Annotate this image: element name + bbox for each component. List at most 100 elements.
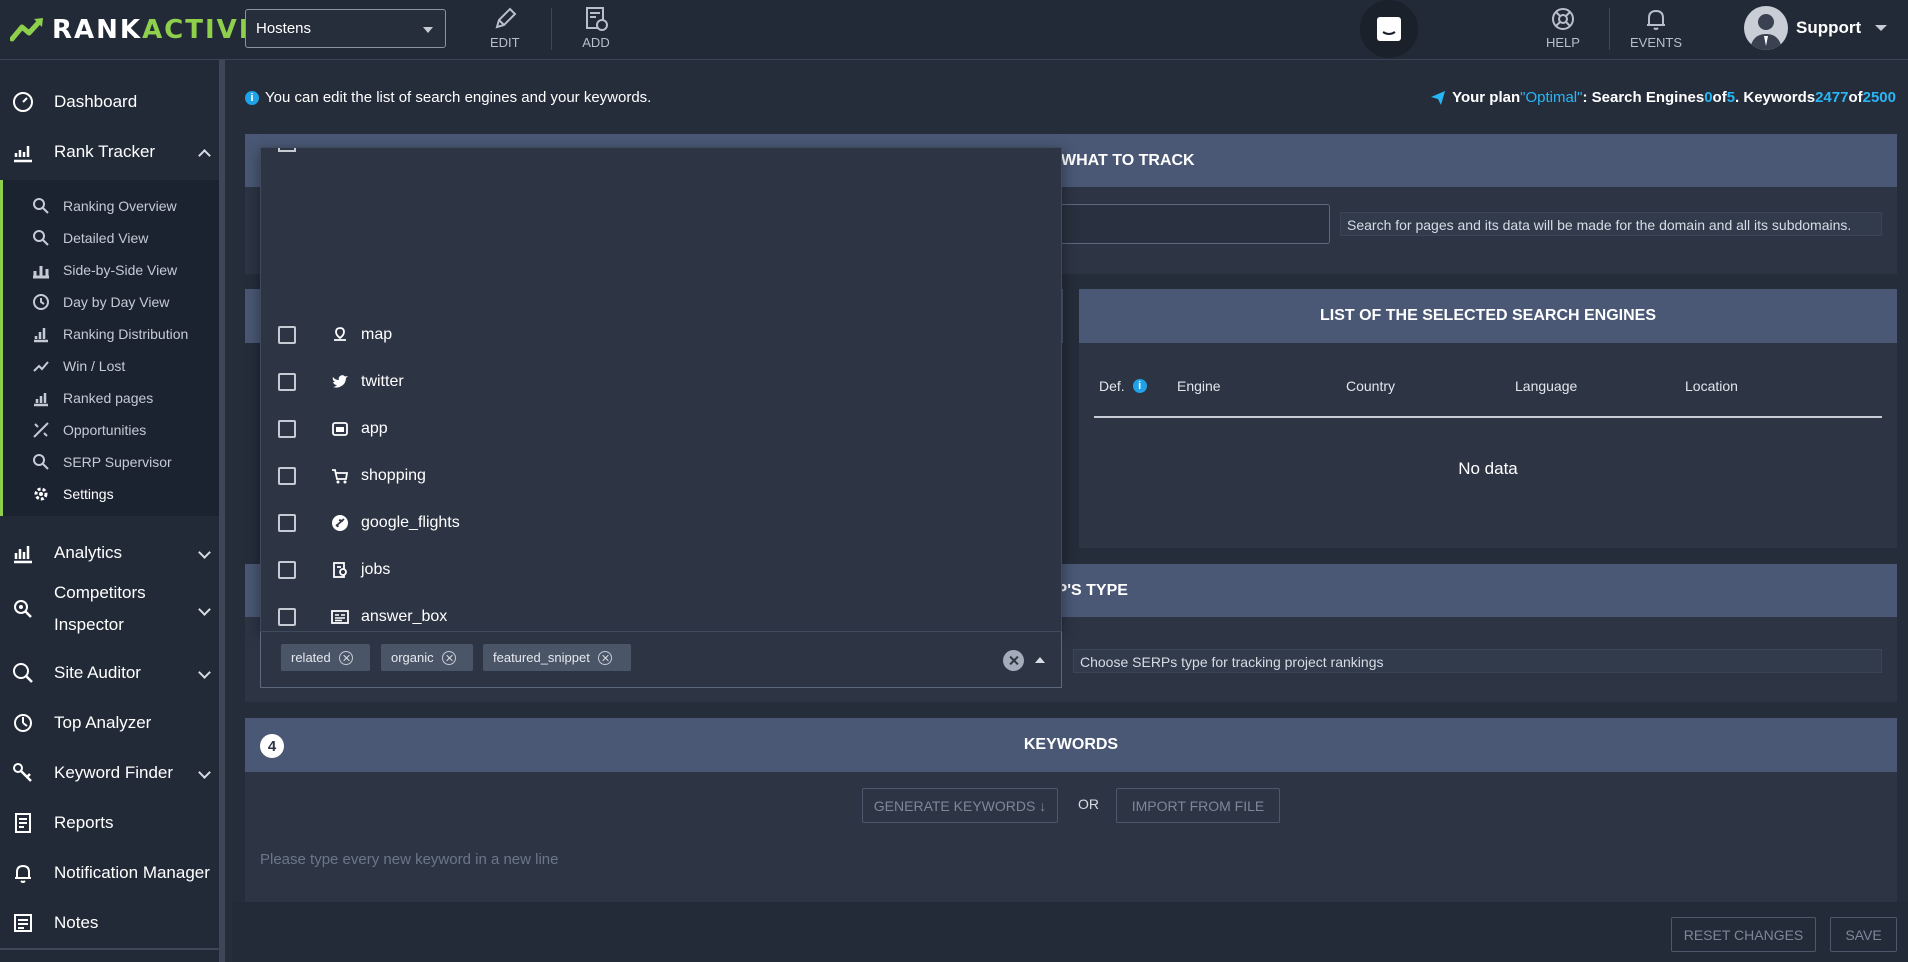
selected-tag: organic <box>381 644 473 671</box>
engines-empty-state: No data <box>1458 459 1518 478</box>
rankactive-logo[interactable]: RANKACTIVE <box>10 12 259 48</box>
generate-keywords-button[interactable]: GENERATE KEYWORDS ↓ <box>862 788 1058 823</box>
chevron-up-icon[interactable] <box>1035 657 1045 663</box>
checkbox[interactable] <box>278 560 296 579</box>
sidebar-item-label: Day by Day View <box>63 294 170 310</box>
sidebar-item-detailed-view[interactable]: Detailed View <box>31 222 148 254</box>
option-label: google_flights <box>361 513 460 531</box>
project-select-value: Hostens <box>256 20 312 37</box>
tag-label: organic <box>391 650 434 665</box>
serp-type-dropdown: map twitter app shopping google_flights … <box>260 147 1062 632</box>
sidebar-item-notes[interactable]: Notes <box>0 901 219 945</box>
add-button[interactable]: ADD <box>582 5 610 50</box>
option-map[interactable]: map <box>261 311 1061 358</box>
sidebar-item-side-by-side[interactable]: Side-by-Side View <box>31 254 177 286</box>
serp-type-select[interactable]: related organic featured_snippet <box>260 632 1062 688</box>
option-shopping[interactable]: shopping <box>261 452 1061 499</box>
sidebar-item-settings[interactable]: Settings <box>31 478 114 510</box>
selected-tag: related <box>281 644 370 671</box>
sidebar-item-day-by-day[interactable]: Day by Day View <box>31 286 169 318</box>
chevron-down-icon <box>1875 25 1888 31</box>
add-document-icon <box>586 7 608 31</box>
sidebar-item-ranking-overview[interactable]: Ranking Overview <box>31 190 177 222</box>
sidebar-item-reports[interactable]: Reports <box>0 801 219 845</box>
checkbox[interactable] <box>278 419 296 438</box>
option-google-flights[interactable]: google_flights <box>261 499 1061 546</box>
option-label: jobs <box>361 560 391 578</box>
col-location[interactable]: Location <box>1685 378 1738 394</box>
sidebar-item-rank-tracker[interactable]: Rank Tracker <box>0 130 219 174</box>
clear-all-icon[interactable] <box>1003 650 1024 671</box>
what-to-track-title: WHAT TO TRACK <box>1061 151 1195 169</box>
sidebar-item-opportunities[interactable]: Opportunities <box>31 414 146 446</box>
plane-icon <box>331 514 349 532</box>
option-jobs[interactable]: jobs <box>261 546 1061 593</box>
top-bar: RANKACTIVE Hostens EDIT ADD HELP EVENTS … <box>0 0 1908 60</box>
podium-icon <box>31 260 51 280</box>
info-text: You can edit the list of search engines … <box>265 89 652 106</box>
logo-text: RANKACTIVE <box>52 15 259 45</box>
help-label: HELP <box>1546 35 1580 50</box>
project-select[interactable]: Hostens <box>245 9 446 48</box>
checkbox[interactable] <box>278 325 296 344</box>
calendar-clock-icon <box>31 292 51 312</box>
competitors-icon <box>12 598 34 620</box>
sidebar-item-ranking-distribution[interactable]: Ranking Distribution <box>31 318 188 350</box>
sidebar-item-win-lost[interactable]: Win / Lost <box>31 350 125 382</box>
tag-label: featured_snippet <box>493 650 590 665</box>
step-number-badge: 4 <box>260 734 284 758</box>
sidebar-item-site-auditor[interactable]: Site Auditor <box>0 651 219 695</box>
save-button[interactable]: SAVE <box>1830 917 1897 952</box>
report-icon <box>12 812 34 834</box>
sidebar-item-top-analyzer[interactable]: Top Analyzer <box>0 701 219 745</box>
keywords-title: KEYWORDS <box>1023 736 1119 753</box>
option-twitter[interactable]: twitter <box>261 358 1061 405</box>
checkbox[interactable] <box>278 466 296 485</box>
rank-tracker-submenu: Ranking Overview Detailed View Side-by-S… <box>0 180 219 516</box>
edit-button[interactable]: EDIT <box>490 5 520 50</box>
col-language[interactable]: Language <box>1515 378 1577 394</box>
remove-tag-icon[interactable] <box>441 650 456 665</box>
checkbox[interactable] <box>278 607 296 626</box>
keywords-body <box>245 772 1897 902</box>
sidebar-item-competitors-inspector[interactable]: Competitors Inspector <box>0 575 219 643</box>
option-app[interactable]: app <box>261 405 1061 452</box>
selected-engines-header: LIST OF THE SELECTED SEARCH ENGINES <box>1079 289 1897 343</box>
twitter-icon <box>331 373 349 391</box>
import-from-file-button[interactable]: IMPORT FROM FILE <box>1116 788 1280 823</box>
info-icon: i <box>245 90 259 105</box>
col-country[interactable]: Country <box>1346 378 1395 394</box>
chat-button[interactable] <box>1360 0 1418 58</box>
sidebar-item-keyword-finder[interactable]: Keyword Finder <box>0 751 219 795</box>
domain-input[interactable] <box>1058 204 1330 244</box>
sidebar-item-serp-supervisor[interactable]: SERP Supervisor <box>31 446 172 478</box>
chevron-down-icon <box>198 603 211 616</box>
sidebar-item-ranked-pages[interactable]: Ranked pages <box>31 382 153 414</box>
col-def[interactable]: Def. i <box>1099 378 1147 394</box>
magnifier-icon <box>31 228 51 248</box>
user-menu[interactable]: Support <box>1744 6 1888 50</box>
or-label: OR <box>1078 796 1099 812</box>
sidebar-item-label: Ranking Overview <box>63 198 177 214</box>
events-button[interactable]: EVENTS <box>1630 5 1682 50</box>
opportunities-icon <box>31 420 51 440</box>
sidebar-item-label: Notes <box>54 913 99 932</box>
pages-chart-icon <box>31 388 51 408</box>
reset-changes-button[interactable]: RESET CHANGES <box>1671 917 1816 952</box>
col-engine[interactable]: Engine <box>1177 378 1221 394</box>
checkbox[interactable] <box>278 513 296 532</box>
info-icon[interactable]: i <box>1132 379 1147 393</box>
sidebar-item-dashboard[interactable]: Dashboard <box>0 80 219 124</box>
remove-tag-icon[interactable] <box>338 650 353 665</box>
help-button[interactable]: HELP <box>1546 5 1580 50</box>
option-answer-box[interactable]: answer_box <box>261 593 1061 631</box>
distribution-icon <box>31 324 51 344</box>
sidebar-item-label: Settings <box>63 486 114 502</box>
sidebar-item-notification-manager[interactable]: Notification Manager <box>0 851 219 895</box>
sidebar-item-analytics[interactable]: Analytics <box>0 531 219 575</box>
checkbox[interactable] <box>278 372 296 391</box>
sidebar-item-label: Win / Lost <box>63 358 126 374</box>
keywords-textarea[interactable]: Please type every new keyword in a new l… <box>260 851 559 868</box>
remove-tag-icon[interactable] <box>597 650 612 665</box>
site-auditor-icon <box>12 662 34 684</box>
